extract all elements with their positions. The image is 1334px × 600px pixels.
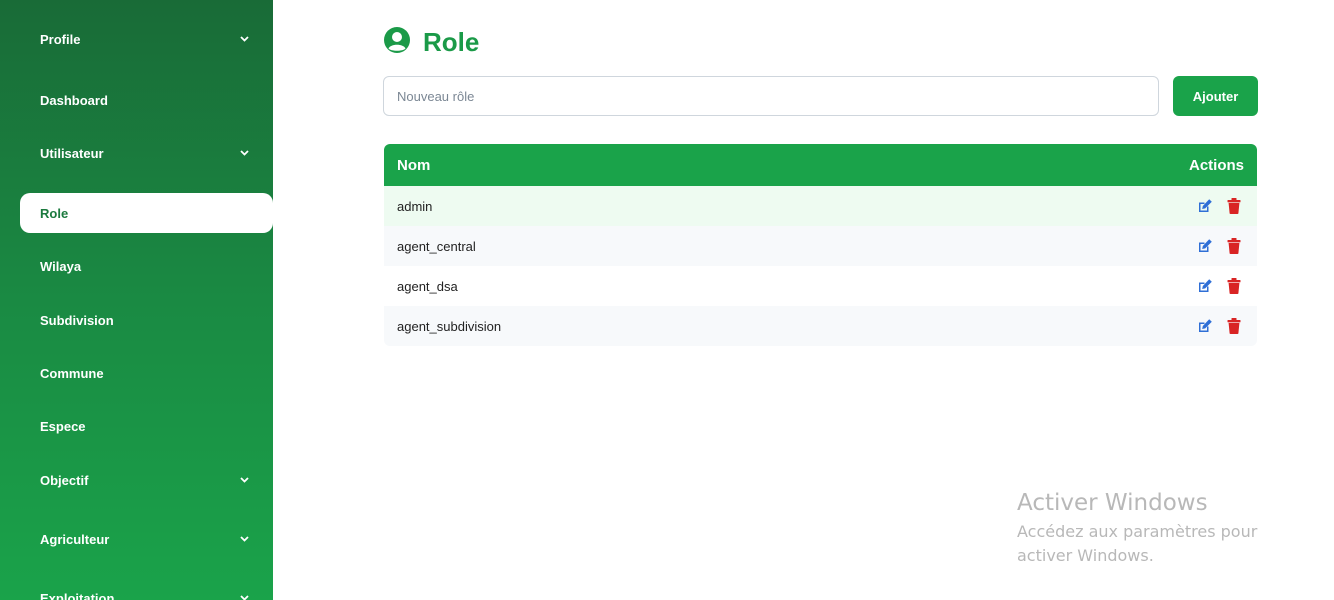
row-actions: [1197, 318, 1244, 334]
role-name: agent_subdivision: [397, 318, 502, 334]
sidebar-item-profile[interactable]: Profile: [20, 19, 273, 59]
page-header: Role: [383, 26, 479, 59]
sidebar-item-label: Wilaya: [40, 258, 82, 274]
table-row: agent_central: [384, 226, 1257, 266]
roles-table: Nom Actions admin agent_central agent_ds…: [384, 144, 1257, 346]
sidebar-item-label: Role: [40, 205, 69, 221]
trash-icon[interactable]: [1226, 318, 1242, 334]
sidebar-item-label: Espece: [40, 418, 86, 434]
new-role-input[interactable]: [383, 76, 1159, 116]
edit-icon[interactable]: [1197, 238, 1213, 254]
row-actions: [1197, 198, 1244, 214]
sidebar-item-objectif[interactable]: Objectif: [20, 460, 273, 500]
sidebar-item-utilisateur[interactable]: Utilisateur: [20, 133, 273, 173]
trash-icon[interactable]: [1226, 198, 1242, 214]
table-row: admin: [384, 186, 1257, 226]
role-name: admin: [397, 198, 433, 214]
chevron-down-icon: [239, 148, 249, 158]
sidebar-item-commune[interactable]: Commune: [20, 353, 273, 393]
add-role-button[interactable]: Ajouter: [1173, 76, 1258, 116]
user-circle-icon: [383, 26, 411, 59]
chevron-down-icon: [239, 593, 249, 600]
sidebar-item-label: Agriculteur: [40, 531, 110, 547]
edit-icon[interactable]: [1197, 278, 1213, 294]
page-title: Role: [423, 27, 480, 57]
column-header-actions: Actions: [1188, 156, 1244, 174]
table-row: agent_dsa: [384, 266, 1257, 306]
edit-icon[interactable]: [1197, 318, 1213, 334]
watermark-subtitle: Accédez aux paramètres pour activer Wind…: [1017, 522, 1258, 565]
sidebar: Profile Dashboard Utilisateur Role Wilay…: [0, 0, 273, 600]
sidebar-item-label: Dashboard: [40, 92, 108, 108]
sidebar-item-subdivision[interactable]: Subdivision: [20, 300, 273, 340]
sidebar-item-agriculteur[interactable]: Agriculteur: [20, 519, 273, 559]
sidebar-item-label: Profile: [40, 31, 81, 47]
sidebar-item-wilaya[interactable]: Wilaya: [20, 246, 273, 286]
sidebar-item-label: Objectif: [40, 472, 89, 488]
sidebar-item-label: Commune: [40, 365, 104, 381]
trash-icon[interactable]: [1226, 278, 1242, 294]
sidebar-item-espece[interactable]: Espece: [20, 406, 273, 446]
role-name: agent_dsa: [397, 278, 458, 294]
trash-icon[interactable]: [1226, 238, 1242, 254]
sidebar-item-label: Utilisateur: [40, 145, 104, 161]
column-header-name: Nom: [397, 156, 431, 174]
chevron-down-icon: [239, 34, 249, 44]
row-actions: [1197, 238, 1244, 254]
edit-icon[interactable]: [1197, 198, 1213, 214]
chevron-down-icon: [239, 475, 249, 485]
windows-activation-watermark: Activer Windows Accédez aux paramètres p…: [1017, 490, 1317, 568]
row-actions: [1197, 278, 1244, 294]
sidebar-item-dashboard[interactable]: Dashboard: [20, 80, 273, 120]
table-header: Nom Actions: [384, 144, 1257, 186]
sidebar-item-label: Exploitation: [40, 590, 115, 600]
sidebar-item-exploitation[interactable]: Exploitation: [20, 578, 273, 600]
table-row: agent_subdivision: [384, 306, 1257, 346]
sidebar-item-label: Subdivision: [40, 312, 114, 328]
role-name: agent_central: [397, 238, 476, 254]
watermark-title: Activer Windows: [1017, 490, 1208, 516]
chevron-down-icon: [239, 534, 249, 544]
sidebar-item-role[interactable]: Role: [20, 193, 273, 233]
